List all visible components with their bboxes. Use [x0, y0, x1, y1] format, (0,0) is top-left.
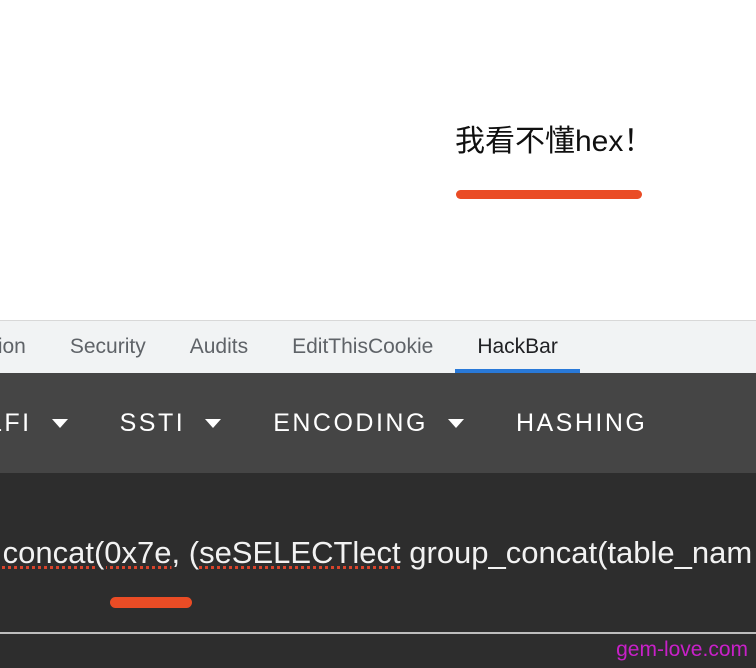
devtools-tab-strip: tion Security Audits EditThisCookie Hack…	[0, 320, 756, 373]
tab-audits[interactable]: Audits	[168, 321, 270, 373]
tab-editthiscookie[interactable]: EditThisCookie	[270, 321, 455, 373]
chevron-down-icon	[447, 418, 464, 428]
payload-segment-5: group_concat(table_nam	[400, 535, 753, 570]
tab-label: Audits	[189, 335, 249, 358]
hackbar-menu-ssti[interactable]: SSTI	[94, 409, 248, 438]
hackbar-payload-text[interactable]: ,concat(0x7e, (seSELECTlect group_concat…	[0, 533, 752, 573]
hackbar-menu-label: LFI	[0, 408, 32, 437]
chevron-down-icon	[205, 418, 222, 428]
hackbar-menu-encoding[interactable]: ENCODING	[247, 409, 490, 438]
orange-highlight-mark-sql	[110, 597, 192, 608]
tab-security[interactable]: Security	[48, 321, 168, 373]
chevron-down-icon	[51, 418, 68, 428]
tab-label: tion	[0, 335, 26, 358]
hackbar-payload-panel[interactable]: ,concat(0x7e, (seSELECTlect group_concat…	[0, 473, 756, 632]
tab-label: HackBar	[477, 335, 558, 358]
orange-highlight-mark-top	[456, 190, 642, 199]
page-content-area: 我看不懂hex！	[0, 0, 756, 320]
hackbar-menu-label: ENCODING	[273, 408, 428, 437]
site-watermark: gem-love.com	[616, 638, 748, 661]
payload-segment-misspelled-select: seSELECTlect	[199, 535, 401, 570]
tab-application[interactable]: tion	[0, 321, 48, 373]
tab-hackbar[interactable]: HackBar	[455, 321, 580, 373]
hackbar-footer-bar: gem-love.com	[0, 632, 756, 668]
hackbar-menu-hashing[interactable]: HASHING	[490, 409, 673, 438]
annotation-note-text: 我看不懂hex！	[455, 125, 654, 158]
hackbar-menu-label: HASHING	[515, 408, 648, 437]
hackbar-menu-label: SSTI	[119, 408, 186, 437]
hackbar-menu-lfi[interactable]: LFI	[0, 409, 94, 438]
payload-segment-3: (	[180, 535, 200, 570]
tab-label: EditThisCookie	[292, 335, 434, 358]
payload-segment-misspelled-concat: concat(0x7e,	[2, 535, 181, 570]
tab-label: Security	[69, 335, 146, 358]
hackbar-menu-toolbar: LFI SSTI ENCODING HASHING	[0, 373, 756, 473]
